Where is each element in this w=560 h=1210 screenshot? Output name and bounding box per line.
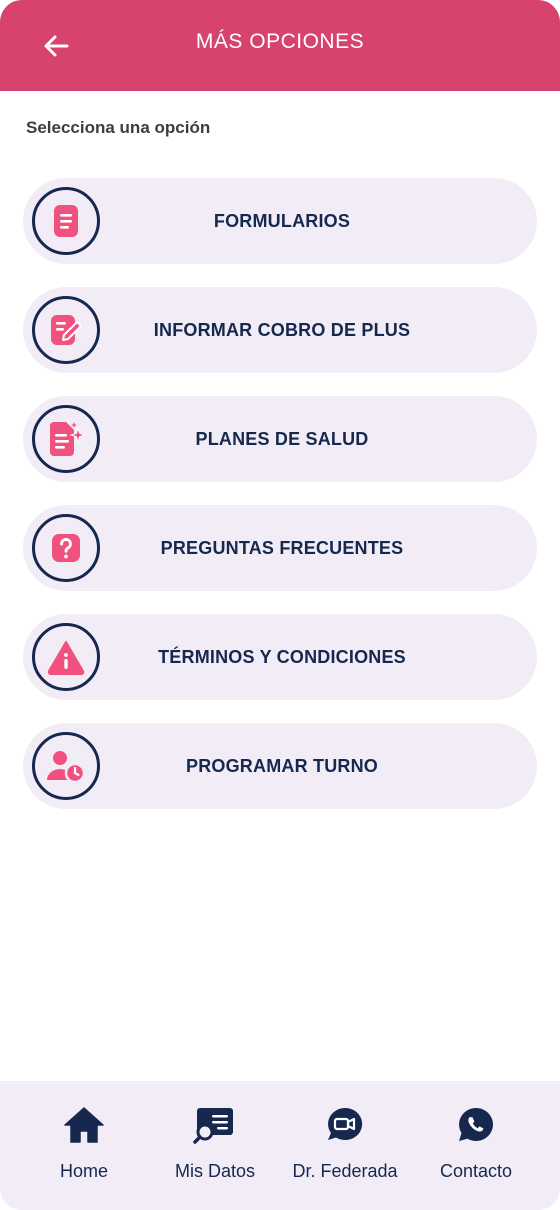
option-programar-turno[interactable]: PROGRAMAR TURNO xyxy=(23,723,537,809)
option-label: PROGRAMAR TURNO xyxy=(186,755,378,776)
bottom-navigation: Home Mis Datos Dr. Federada Contacto xyxy=(0,1081,560,1210)
option-label: TÉRMINOS Y CONDICIONES xyxy=(158,646,406,667)
nav-label: Mis Datos xyxy=(174,1161,255,1181)
nav-item-contacto[interactable]: Contacto xyxy=(416,1103,536,1193)
option-preguntas-frecuentes[interactable]: PREGUNTAS FRECUENTES xyxy=(23,505,537,591)
nav-icon-wrap xyxy=(323,1103,367,1147)
video-chat-icon xyxy=(328,1107,363,1140)
option-label: FORMULARIOS xyxy=(213,210,351,231)
option-informar-cobro-plus[interactable]: INFORMAR COBRO DE PLUS xyxy=(23,287,537,373)
nav-icon-wrap xyxy=(193,1103,237,1147)
option-label: INFORMAR COBRO DE PLUS xyxy=(153,319,411,340)
option-label: PREGUNTAS FRECUENTES xyxy=(160,537,404,558)
nav-item-home[interactable]: Home xyxy=(24,1103,144,1193)
nav-item-mis-datos[interactable]: Mis Datos xyxy=(155,1103,275,1193)
home-icon xyxy=(64,1107,104,1143)
option-planes-salud[interactable]: PLANES DE SALUD xyxy=(23,396,537,482)
options-list: FORMULARIOS INFORMAR COBRO DE PLUS PLANE… xyxy=(23,178,537,832)
nav-icon-wrap xyxy=(62,1103,106,1147)
page-title: MÁS OPCIONES xyxy=(195,30,365,53)
whatsapp-icon xyxy=(459,1108,493,1141)
nav-label: Contacto xyxy=(439,1161,513,1181)
option-formularios[interactable]: FORMULARIOS xyxy=(23,178,537,264)
nav-icon-wrap xyxy=(454,1103,498,1147)
search-list-icon xyxy=(193,1108,233,1144)
option-terminos-condiciones[interactable]: TÉRMINOS Y CONDICIONES xyxy=(23,614,537,700)
section-label: Selecciona una opción xyxy=(26,118,211,137)
nav-label: Home xyxy=(59,1161,108,1181)
header-bar: MÁS OPCIONES xyxy=(0,0,560,91)
option-label: PLANES DE SALUD xyxy=(195,428,369,449)
app-screen: MÁS OPCIONES Selecciona una opción FORMU… xyxy=(0,0,560,1210)
nav-label: Dr. Federada xyxy=(292,1161,398,1181)
nav-item-dr-federada[interactable]: Dr. Federada xyxy=(285,1103,405,1193)
